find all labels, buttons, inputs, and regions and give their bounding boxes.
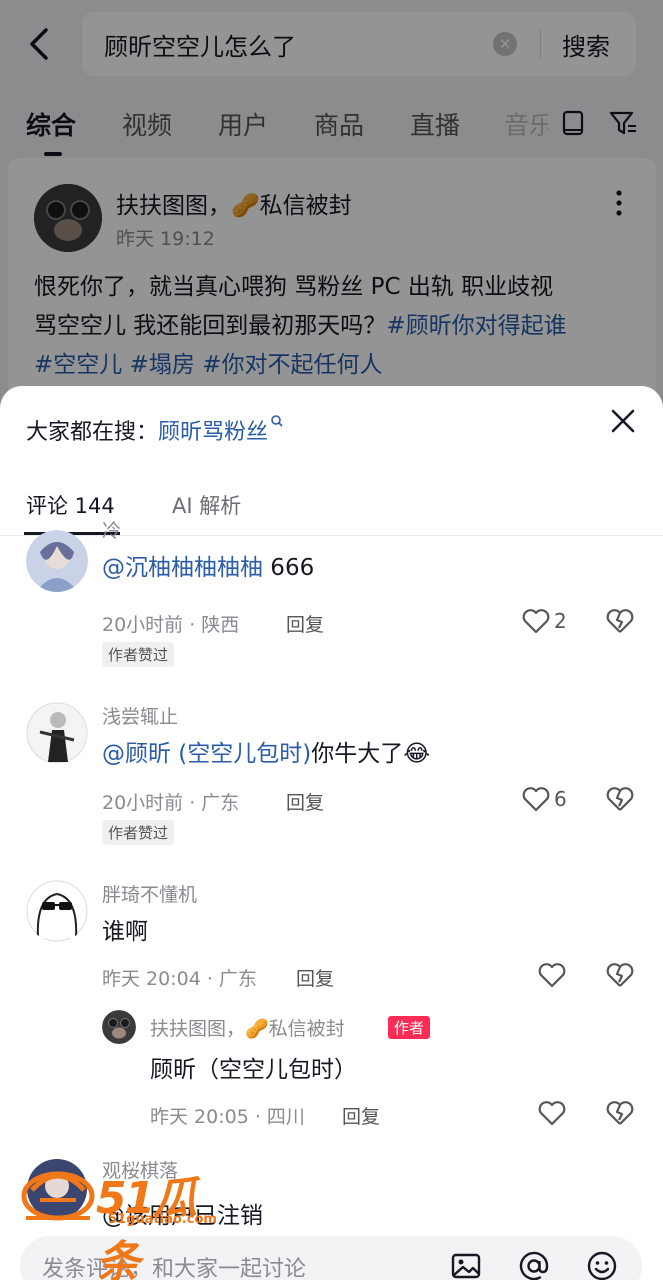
emoji-icon[interactable]: [586, 1250, 618, 1280]
author-liked-badge: 作者赞过: [102, 642, 175, 667]
avatar[interactable]: [26, 702, 88, 764]
avatar-image: [26, 702, 88, 764]
overlay-dim[interactable]: [0, 0, 663, 400]
trending-search[interactable]: 大家都在搜：顾昕骂粉丝: [26, 414, 284, 446]
image-icon[interactable]: [450, 1250, 482, 1280]
comment-sheet: 大家都在搜：顾昕骂粉丝 评论 144 AI 解析 冷 @沉柚柚柚柚柚 666 2…: [0, 386, 663, 1280]
avatar[interactable]: [102, 1010, 136, 1044]
broken-heart-icon[interactable]: [606, 786, 634, 812]
like-count: 6: [554, 787, 567, 811]
heart-icon[interactable]: [522, 786, 550, 812]
reply-button[interactable]: 回复: [296, 964, 334, 991]
avatar-image: [26, 880, 88, 942]
avatar-image: [26, 530, 88, 592]
broken-heart-icon[interactable]: [606, 1100, 634, 1126]
comment-author[interactable]: 胖琦不懂机: [102, 880, 197, 907]
author-badge: 作者: [388, 1016, 431, 1039]
watermark-url: 51guatiao.com: [108, 1212, 217, 1227]
heart-icon[interactable]: [522, 608, 550, 634]
comment-author[interactable]: 浅尝辄止: [102, 702, 178, 729]
trending-search-prefix: 大家都在搜：: [26, 420, 159, 445]
comment-meta: 昨天 20:04 · 广东: [102, 968, 257, 990]
reply-author[interactable]: 扶扶图图，🥜私信被封: [150, 1014, 345, 1041]
mention-link[interactable]: @顾昕 (空空儿包时): [102, 741, 311, 767]
broken-heart-icon[interactable]: [606, 608, 634, 634]
broken-heart-icon[interactable]: [606, 962, 634, 988]
comment-text: @顾昕 (空空儿包时)你牛大了😂: [102, 734, 430, 768]
close-icon[interactable]: [610, 408, 636, 434]
like-count: 2: [554, 609, 567, 633]
watermark-logo-icon: [21, 1171, 95, 1221]
comment-text: @沉柚柚柚柚柚 666: [102, 548, 314, 582]
comment-text: 谁啊: [102, 919, 148, 945]
at-icon[interactable]: [518, 1250, 550, 1280]
comment-text-body: 666: [263, 555, 315, 581]
mention-link[interactable]: @沉柚柚柚柚柚: [102, 555, 263, 581]
avatar[interactable]: [26, 530, 88, 592]
reply-text: 顾昕（空空儿包时）: [150, 1057, 357, 1083]
reply-button[interactable]: 回复: [286, 788, 324, 815]
reply-meta: 昨天 20:05 · 四川: [150, 1106, 305, 1128]
avatar[interactable]: [26, 880, 88, 942]
avatar-image: [102, 1010, 136, 1044]
trending-search-keyword[interactable]: 顾昕骂粉丝: [158, 420, 268, 445]
comment-author[interactable]: 冷: [102, 516, 121, 543]
tab-ai-analysis[interactable]: AI 解析: [172, 490, 241, 520]
comment-text-body: 你牛大了😂: [311, 741, 431, 767]
comment-meta: 20小时前 · 陕西: [102, 614, 240, 636]
reply-button[interactable]: 回复: [342, 1102, 380, 1129]
search-icon: [271, 415, 283, 427]
heart-icon[interactable]: [538, 1100, 566, 1126]
author-liked-badge: 作者赞过: [102, 820, 175, 845]
watermark: 51瓜条 51guatiao.com: [18, 1152, 228, 1280]
heart-icon[interactable]: [538, 962, 566, 988]
reply-button[interactable]: 回复: [286, 610, 324, 637]
comment-meta: 20小时前 · 广东: [102, 792, 240, 814]
divider: [0, 535, 663, 536]
